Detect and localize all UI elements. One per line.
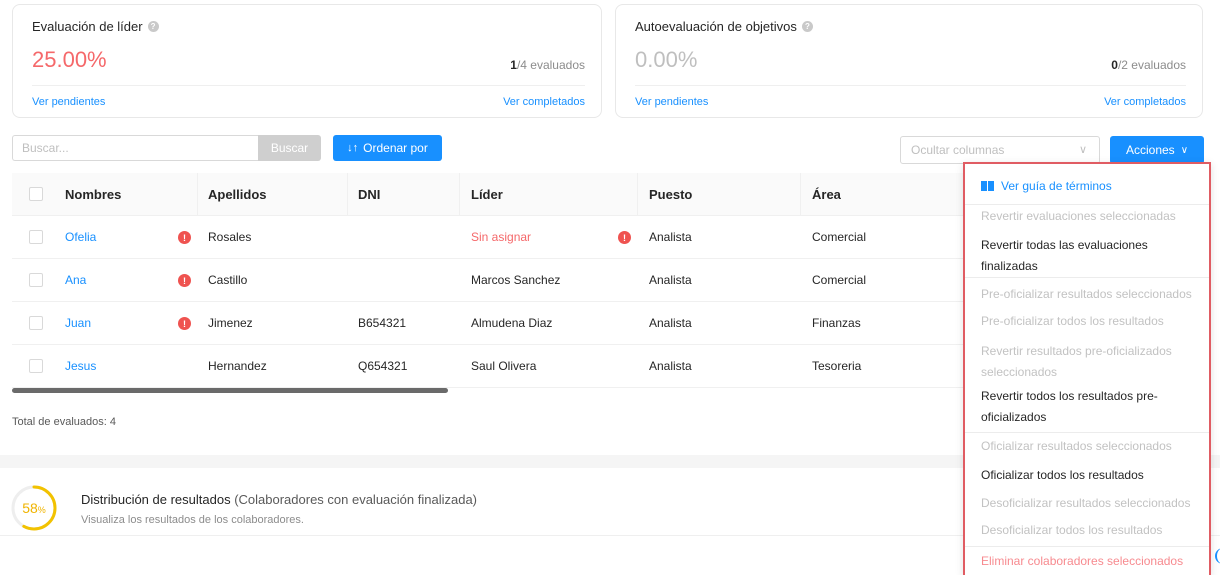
column-divider <box>637 173 638 215</box>
column-divider <box>197 173 198 215</box>
menu-item-terms-guide[interactable]: Ver guía de términos <box>981 176 1199 197</box>
view-completed-link[interactable]: Ver completados <box>503 96 585 108</box>
menu-divider <box>965 277 1209 278</box>
table-header: Nombres Apellidos DNI Líder Puesto Área <box>12 173 965 216</box>
chevron-down-icon: ∨ <box>1180 144 1189 156</box>
actions-dropdown-menu: Ver guía de términos Revertir evaluacion… <box>963 162 1211 575</box>
menu-item-revert-preofficialized-selected[interactable]: Revertir resultados pre-oficializados se… <box>981 341 1199 383</box>
employee-area: Tesoreria <box>812 359 862 373</box>
menu-item-preofficialize-all[interactable]: Pre-oficializar todos los resultados <box>981 311 1199 332</box>
row-checkbox[interactable] <box>29 302 43 344</box>
distribution-title: Distribución de resultados (Colaboradore… <box>81 492 478 507</box>
card-count: 0/2 evaluados <box>1111 58 1186 72</box>
menu-divider <box>965 432 1209 433</box>
chevron-down-icon: ∨ <box>1078 144 1087 156</box>
employee-lastname: Jimenez <box>208 316 253 330</box>
card-percentage: 0.00% <box>635 47 698 72</box>
book-icon <box>981 181 994 191</box>
card-title: Autoevaluación de objetivos ? <box>635 19 813 34</box>
menu-item-preofficialize-selected[interactable]: Pre-oficializar resultados seleccionados <box>981 284 1199 305</box>
horizontal-scrollbar[interactable] <box>12 388 448 393</box>
employee-name-link[interactable]: Juan <box>65 302 91 344</box>
hide-columns-select[interactable]: Ocultar columnas ∨ <box>900 136 1100 164</box>
view-pending-link[interactable]: Ver pendientes <box>635 96 708 108</box>
card-percentage: 25.00% <box>32 47 107 72</box>
select-all-checkbox[interactable] <box>29 173 43 215</box>
menu-item-officialize-all[interactable]: Oficializar todos los resultados <box>981 465 1199 486</box>
employee-lastname: Castillo <box>208 273 248 287</box>
employee-leader: Sin asignar <box>471 230 532 244</box>
row-checkbox[interactable] <box>29 216 43 258</box>
sort-icon: ↓↑ <box>347 142 359 154</box>
menu-item-unofficialize-all[interactable]: Desoficializar todos los resultados <box>981 520 1199 541</box>
progress-percentage: 58% <box>22 500 46 516</box>
header-puesto[interactable]: Puesto <box>649 173 692 215</box>
header-lider[interactable]: Líder <box>471 173 503 215</box>
employee-area: Comercial <box>812 273 867 287</box>
employee-leader: Marcos Sanchez <box>471 273 561 287</box>
card-count: 1/4 evaluados <box>510 58 585 72</box>
employee-leader: Almudena Diaz <box>471 316 553 330</box>
employee-leader: Saul Olivera <box>471 359 537 373</box>
column-divider <box>800 173 801 215</box>
search-input[interactable]: Buscar... <box>12 135 258 161</box>
warning-icon[interactable]: ! <box>618 231 631 244</box>
divider <box>635 85 1186 86</box>
header-nombres[interactable]: Nombres <box>65 173 121 215</box>
info-icon[interactable]: ? <box>801 21 813 32</box>
menu-divider <box>965 546 1209 547</box>
employee-lastname: Hernandez <box>208 359 267 373</box>
employee-name-link[interactable]: Ana <box>65 259 86 301</box>
floating-button-edge[interactable] <box>1215 548 1220 564</box>
search-button[interactable]: Buscar <box>258 135 321 161</box>
column-divider <box>347 173 348 215</box>
total-evaluated: Total de evaluados: 4 <box>12 416 116 428</box>
header-apellidos[interactable]: Apellidos <box>208 173 267 215</box>
employee-dni: Q654321 <box>358 359 408 373</box>
table-row: Ana ! Castillo Marcos Sanchez Analista C… <box>12 259 965 302</box>
employee-lastname: Rosales <box>208 230 252 244</box>
warning-icon[interactable]: ! <box>178 317 191 330</box>
employee-dni: B654321 <box>358 316 407 330</box>
employee-area: Comercial <box>812 230 867 244</box>
menu-item-unofficialize-selected[interactable]: Desoficializar resultados seleccionados <box>981 493 1199 514</box>
employee-position: Analista <box>649 359 692 373</box>
employee-area: Finanzas <box>812 316 861 330</box>
menu-item-revert-all-finalized[interactable]: Revertir todas las evaluaciones finaliza… <box>981 235 1199 277</box>
menu-divider <box>965 204 1209 205</box>
menu-item-delete-selected[interactable]: Eliminar colaboradores seleccionados <box>981 551 1199 572</box>
evaluated-table: Nombres Apellidos DNI Líder Puesto Área … <box>12 173 965 388</box>
warning-icon[interactable]: ! <box>178 274 191 287</box>
order-by-button[interactable]: ↓↑ Ordenar por <box>333 135 442 161</box>
card-title: Evaluación de líder ? <box>32 19 159 34</box>
column-divider <box>459 173 460 215</box>
table-row: Juan ! Jimenez B654321 Almudena Diaz Ana… <box>12 302 965 345</box>
row-checkbox[interactable] <box>29 345 43 387</box>
leader-evaluation-card: Evaluación de líder ? 25.00% 1/4 evaluad… <box>12 4 602 118</box>
menu-item-revert-selected[interactable]: Revertir evaluaciones seleccionadas <box>981 206 1199 227</box>
employee-position: Analista <box>649 273 692 287</box>
employee-name-link[interactable]: Ofelia <box>65 216 96 258</box>
row-checkbox[interactable] <box>29 259 43 301</box>
header-area[interactable]: Área <box>812 173 841 215</box>
table-row: Ofelia ! Rosales Sin asignar ! Analista … <box>12 216 965 259</box>
info-icon[interactable]: ? <box>147 21 159 32</box>
divider <box>32 85 585 86</box>
warning-icon[interactable]: ! <box>178 231 191 244</box>
table-row: Jesus Hernandez Q654321 Saul Olivera Ana… <box>12 345 965 388</box>
distribution-subtitle: Visualiza los resultados de los colabora… <box>81 514 304 526</box>
menu-item-revert-all-preofficialized[interactable]: Revertir todos los resultados pre-oficia… <box>981 386 1199 428</box>
view-pending-link[interactable]: Ver pendientes <box>32 96 105 108</box>
view-completed-link[interactable]: Ver completados <box>1104 96 1186 108</box>
self-evaluation-card: Autoevaluación de objetivos ? 0.00% 0/2 … <box>615 4 1203 118</box>
menu-item-officialize-selected[interactable]: Oficializar resultados seleccionados <box>981 436 1199 457</box>
employee-position: Analista <box>649 316 692 330</box>
actions-button[interactable]: Acciones ∨ <box>1110 136 1204 164</box>
employee-position: Analista <box>649 230 692 244</box>
employee-name-link[interactable]: Jesus <box>65 345 96 387</box>
header-dni[interactable]: DNI <box>358 173 380 215</box>
